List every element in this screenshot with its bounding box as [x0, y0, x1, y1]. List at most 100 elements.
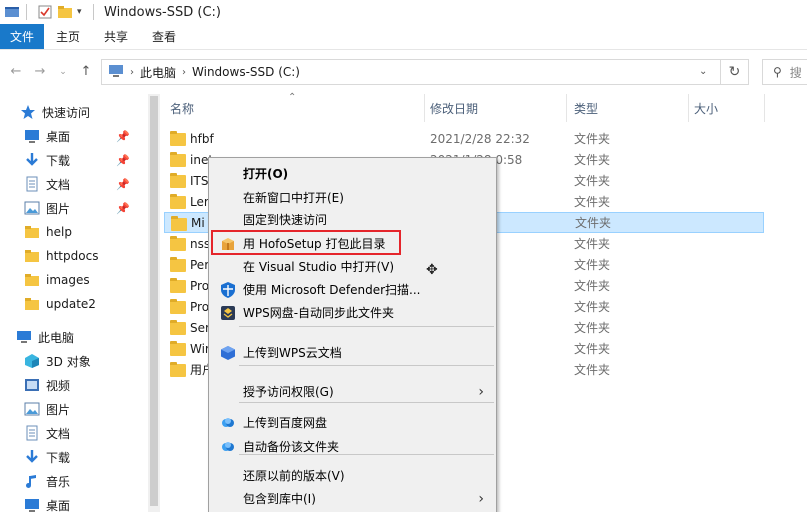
file-type: 文件夹 — [574, 279, 611, 293]
refresh-icon[interactable]: ↻ — [721, 59, 749, 85]
folder-icon — [24, 272, 40, 288]
menu-separator — [239, 326, 494, 327]
explorer-window-icon — [4, 4, 20, 20]
sidebar-item[interactable]: httpdocs — [0, 244, 148, 268]
music-icon — [24, 473, 40, 489]
recent-locations-icon[interactable]: ⌄ — [55, 64, 71, 80]
address-bar[interactable]: › 此电脑 › Windows-SSD (C:) — [101, 59, 721, 85]
menu-item[interactable]: 打开(O) — [209, 162, 496, 185]
search-box[interactable]: ⚲ 搜 — [762, 59, 807, 85]
annotation-highlight-box — [211, 230, 401, 255]
menu-item-label: 上传到百度网盘 — [243, 416, 328, 430]
menu-item-label: 还原以前的版本(V) — [243, 469, 345, 483]
menu-item[interactable]: 授予访问权限(G) › — [209, 380, 496, 403]
folder-icon — [170, 194, 186, 209]
sidebar-item-label: 此电脑 — [38, 330, 75, 345]
breadcrumb-drive[interactable]: Windows-SSD (C:) — [192, 65, 300, 79]
submenu-arrow-icon: › — [478, 383, 484, 400]
menu-item[interactable]: 使用 Microsoft Defender扫描... — [209, 278, 496, 301]
pin-icon[interactable]: 📌 — [116, 130, 130, 143]
breadcrumb-this-pc[interactable]: 此电脑 — [140, 64, 176, 81]
sidebar-item[interactable]: 此电脑 — [0, 325, 148, 349]
menu-item[interactable]: 固定到快速访问 — [209, 208, 496, 231]
file-type: 文件夹 — [574, 195, 611, 209]
move-cursor-icon: ✥ — [426, 262, 438, 278]
sidebar-item[interactable]: 下载 — [0, 445, 148, 469]
pin-icon[interactable]: 📌 — [116, 202, 130, 215]
file-type: 文件夹 — [574, 321, 611, 335]
menu-item[interactable]: 在新窗口中打开(E) — [209, 186, 496, 209]
sidebar-item[interactable]: help — [0, 220, 148, 244]
3d-objects-icon — [24, 353, 40, 369]
navigation-pane: 快速访问 桌面 📌 下载 📌 文档 📌 图片 📌 help httpdocs images update… — [0, 94, 148, 512]
sidebar-item[interactable]: 文档 — [0, 421, 148, 445]
sidebar-item[interactable]: 音乐 — [0, 469, 148, 493]
table-row[interactable]: hfbf 2021/2/28 22:32 文件夹 — [164, 128, 764, 149]
menu-item-label: 固定到快速访问 — [243, 213, 328, 227]
file-name: Per — [190, 257, 210, 272]
folder-icon — [170, 173, 186, 188]
nav-scrollbar[interactable] — [148, 94, 160, 512]
address-dropdown-icon[interactable]: ⌄ — [699, 66, 707, 77]
search-placeholder: 搜 — [789, 65, 802, 80]
sidebar-item-label: 桌面 — [46, 498, 71, 512]
tab-home[interactable]: 主页 — [44, 24, 92, 49]
sidebar-item-label: 文档 — [46, 177, 71, 192]
download-icon — [24, 449, 40, 465]
menu-item[interactable]: 上传到百度网盘 — [209, 411, 496, 434]
folder-icon — [24, 296, 40, 312]
sidebar-item[interactable]: 视频 — [0, 373, 148, 397]
sidebar-item[interactable]: 桌面 — [0, 493, 148, 512]
quick-access-toolbar: ▾ — [0, 0, 100, 24]
sidebar-item[interactable]: images — [0, 268, 148, 292]
ribbon-tabs: 文件 主页 共享 查看 — [0, 24, 807, 50]
menu-item-label: 包含到库中(I) — [243, 492, 316, 506]
shield-icon — [219, 281, 237, 299]
properties-icon[interactable] — [37, 4, 53, 20]
back-arrow-icon[interactable]: ← — [8, 64, 24, 80]
tab-file[interactable]: 文件 — [0, 24, 44, 49]
file-name: Wir — [190, 341, 210, 356]
column-header-date[interactable]: 修改日期 — [430, 94, 478, 122]
folder-icon — [170, 257, 186, 272]
menu-item[interactable]: 在 Visual Studio 中打开(V) — [209, 255, 496, 278]
up-arrow-icon[interactable]: ↑ — [78, 64, 94, 80]
breadcrumb-chevron-icon[interactable]: › — [182, 67, 186, 78]
breadcrumb-chevron-icon[interactable]: › — [130, 67, 134, 78]
folder-icon — [170, 299, 186, 314]
sidebar-item[interactable]: 文档 📌 — [0, 172, 148, 196]
column-header-name[interactable]: 名称 — [170, 94, 194, 122]
sidebar-item[interactable]: 3D 对象 — [0, 349, 148, 373]
sidebar-item-label: help — [46, 225, 72, 239]
menu-item[interactable]: 自动备份该文件夹 — [209, 435, 496, 458]
menu-separator — [239, 365, 494, 366]
forward-arrow-icon[interactable]: → — [32, 64, 48, 80]
pin-icon[interactable]: 📌 — [116, 178, 130, 191]
menu-item[interactable]: 包含到库中(I) › — [209, 487, 496, 510]
file-name: Ser — [190, 320, 210, 335]
menu-item[interactable]: 还原以前的版本(V) — [209, 464, 496, 487]
tab-view[interactable]: 查看 — [140, 24, 188, 49]
menu-item[interactable]: 上传到WPS云文档 — [209, 341, 496, 364]
sidebar-item[interactable]: 下载 📌 — [0, 148, 148, 172]
file-name: Mi — [191, 215, 205, 230]
sidebar-item-label: 音乐 — [46, 474, 71, 489]
column-header-size[interactable]: 大小 — [694, 94, 718, 122]
nav-scrollbar-thumb[interactable] — [150, 96, 158, 506]
file-type: 文件夹 — [574, 342, 611, 356]
sidebar-item-label: 视频 — [46, 378, 71, 393]
menu-item[interactable]: WPS网盘-自动同步此文件夹 — [209, 301, 496, 324]
pin-icon[interactable]: 📌 — [116, 154, 130, 167]
new-folder-icon[interactable] — [57, 4, 73, 20]
sidebar-item[interactable]: 图片 — [0, 397, 148, 421]
file-name: Pro — [190, 299, 210, 314]
sidebar-item[interactable]: 图片 📌 — [0, 196, 148, 220]
customize-toolbar-dropdown-icon[interactable]: ▾ — [77, 4, 87, 20]
download-icon — [24, 152, 40, 168]
column-header-type[interactable]: 类型 — [574, 94, 598, 122]
sidebar-item[interactable]: 桌面 📌 — [0, 124, 148, 148]
sidebar-item[interactable]: 快速访问 — [0, 100, 148, 124]
sidebar-item-label: 下载 — [46, 450, 71, 465]
sidebar-item[interactable]: update2 — [0, 292, 148, 316]
tab-share[interactable]: 共享 — [92, 24, 140, 49]
